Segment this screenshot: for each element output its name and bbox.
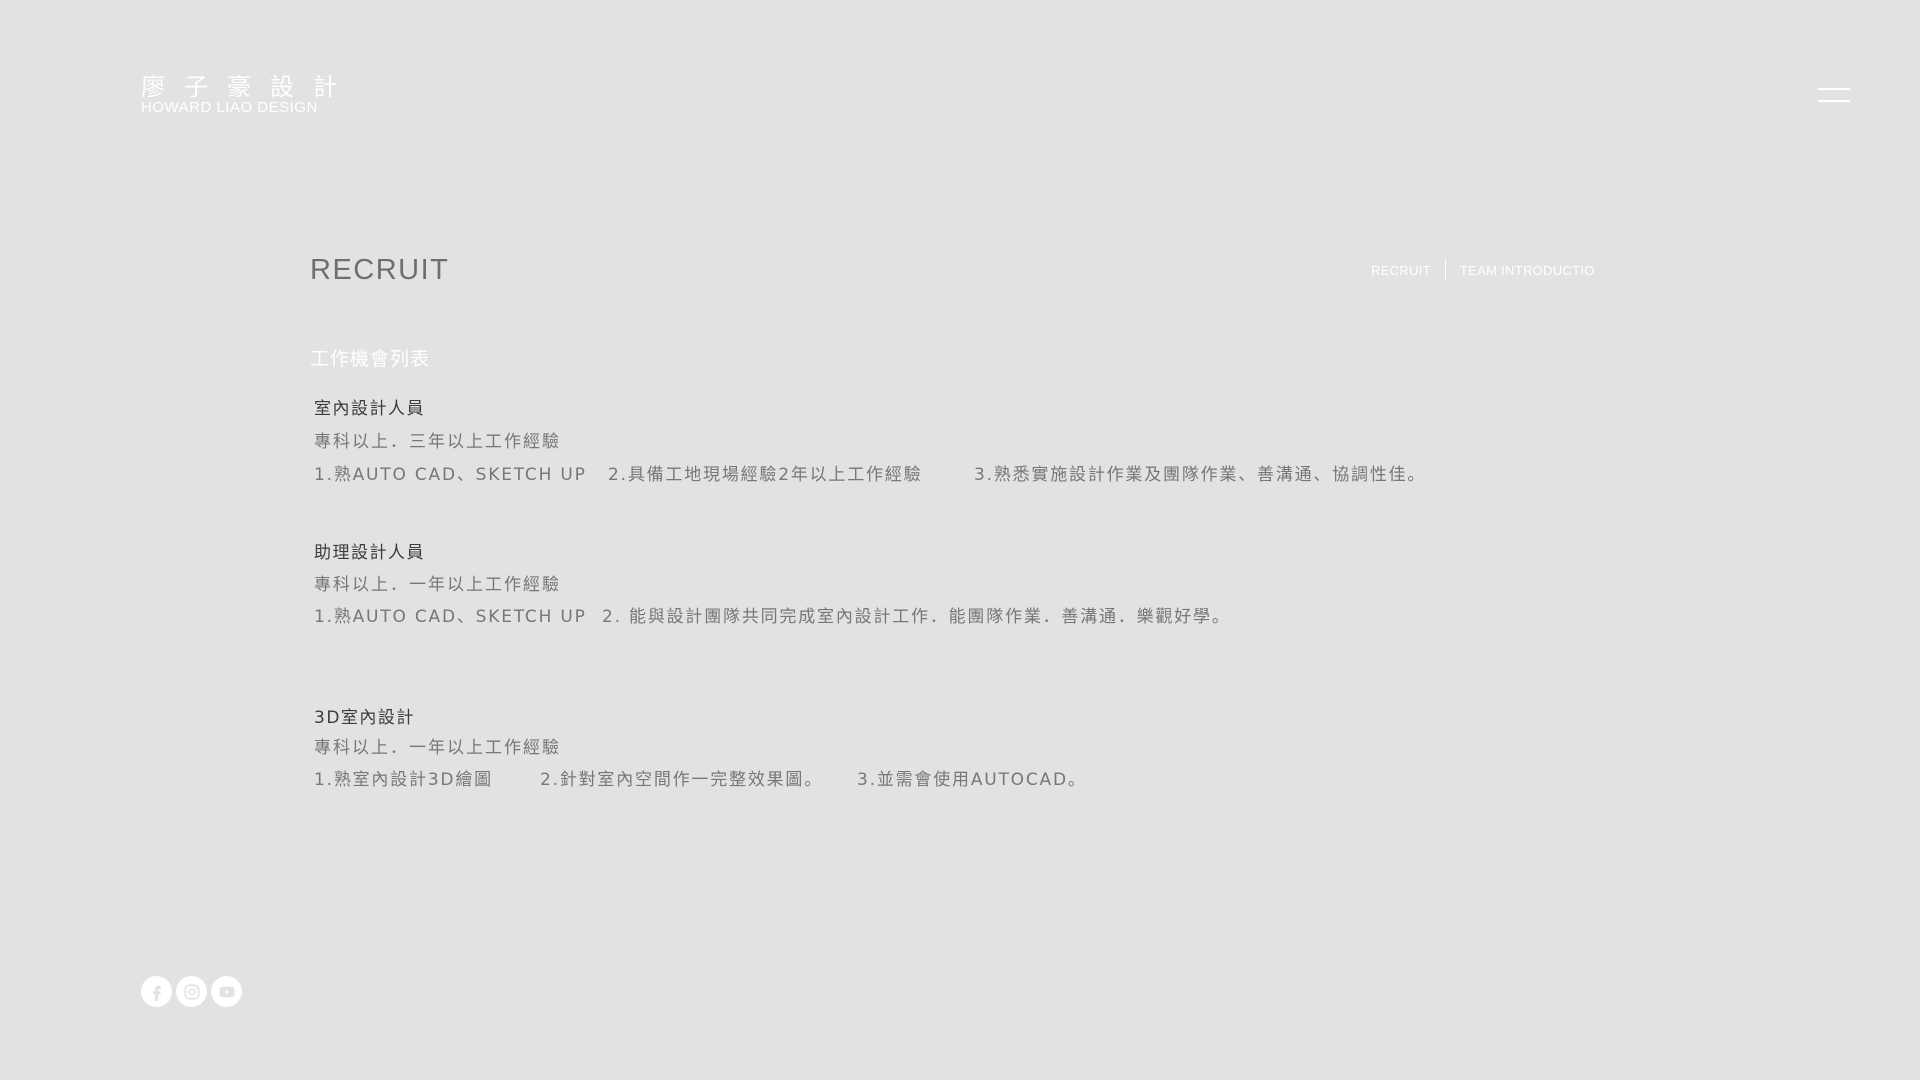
sub-navigation: RECRUIT TEAM INTRODUCTIO (1371, 258, 1595, 282)
job-education: 專科以上．一年以上工作經驗 (314, 738, 561, 758)
job-requirement: 2.針對室內空間作一完整效果圖。 (540, 770, 824, 790)
job-requirements: 1.熟AUTO CAD、SKETCH UP 2.具備工地現場經驗2年以上工作經驗… (314, 465, 1424, 485)
youtube-link[interactable] (211, 976, 242, 1007)
youtube-icon (219, 986, 234, 997)
job-requirement: 1.熟室內設計3D繪圖 (314, 770, 493, 790)
job-requirements: 1.熟室內設計3D繪圖 2.針對室內空間作一完整效果圖。 3.並需會使用AUTO… (314, 770, 1085, 790)
logo-english: HOWARD LIAO DESIGN (141, 99, 318, 116)
job-title: 助理設計人員 (314, 543, 425, 563)
section-title: 工作機會列表 (310, 348, 431, 370)
job-title: 室內設計人員 (314, 399, 425, 419)
subnav-divider (1444, 259, 1446, 281)
social-links (141, 976, 246, 1007)
facebook-link[interactable] (141, 976, 172, 1007)
job-education: 專科以上．三年以上工作經驗 (314, 432, 561, 452)
hamburger-menu-icon[interactable] (1818, 86, 1850, 106)
job-requirement: 2. 能與設計團隊共同完成室內設計工作．能團隊作業．善溝通．樂觀好學。 (602, 607, 1231, 627)
menu-line (1818, 88, 1850, 90)
job-requirements: 1.熟AUTO CAD、SKETCH UP 2. 能與設計團隊共同完成室內設計工… (314, 607, 1229, 627)
job-requirement: 1.熟AUTO CAD、SKETCH UP (314, 465, 587, 485)
job-requirement: 3.並需會使用AUTOCAD。 (857, 770, 1087, 790)
page: 廖子豪設計 HOWARD LIAO DESIGN RECRUIT RECRUIT… (0, 0, 1920, 1080)
logo-chinese: 廖子豪設計 (141, 73, 356, 101)
instagram-icon (184, 984, 199, 999)
job-title: 3D室內設計 (314, 708, 415, 728)
job-requirement: 3.熟悉實施設計作業及團隊作業、善溝通、協調性佳。 (974, 465, 1427, 485)
job-requirement: 2.具備工地現場經驗2年以上工作經驗 (608, 465, 923, 485)
job-listing: 3D室內設計 專科以上．一年以上工作經驗 1.熟室內設計3D繪圖 2.針對室內空… (314, 708, 1085, 790)
instagram-link[interactable] (176, 976, 207, 1007)
job-listing: 助理設計人員 專科以上．一年以上工作經驗 1.熟AUTO CAD、SKETCH … (314, 543, 1229, 627)
job-listing: 室內設計人員 專科以上．三年以上工作經驗 1.熟AUTO CAD、SKETCH … (314, 399, 1424, 485)
menu-line (1818, 100, 1850, 102)
job-education: 專科以上．一年以上工作經驗 (314, 575, 561, 595)
page-title: RECRUIT (310, 254, 450, 286)
job-requirement: 1.熟AUTO CAD、SKETCH UP (314, 607, 587, 627)
subnav-team-introduction-link[interactable]: TEAM INTRODUCTIO (1460, 263, 1595, 278)
logo-link[interactable]: 廖子豪設計 HOWARD LIAO DESIGN (141, 74, 337, 116)
facebook-icon (152, 985, 161, 1001)
subnav-recruit-link[interactable]: RECRUIT (1371, 263, 1431, 278)
